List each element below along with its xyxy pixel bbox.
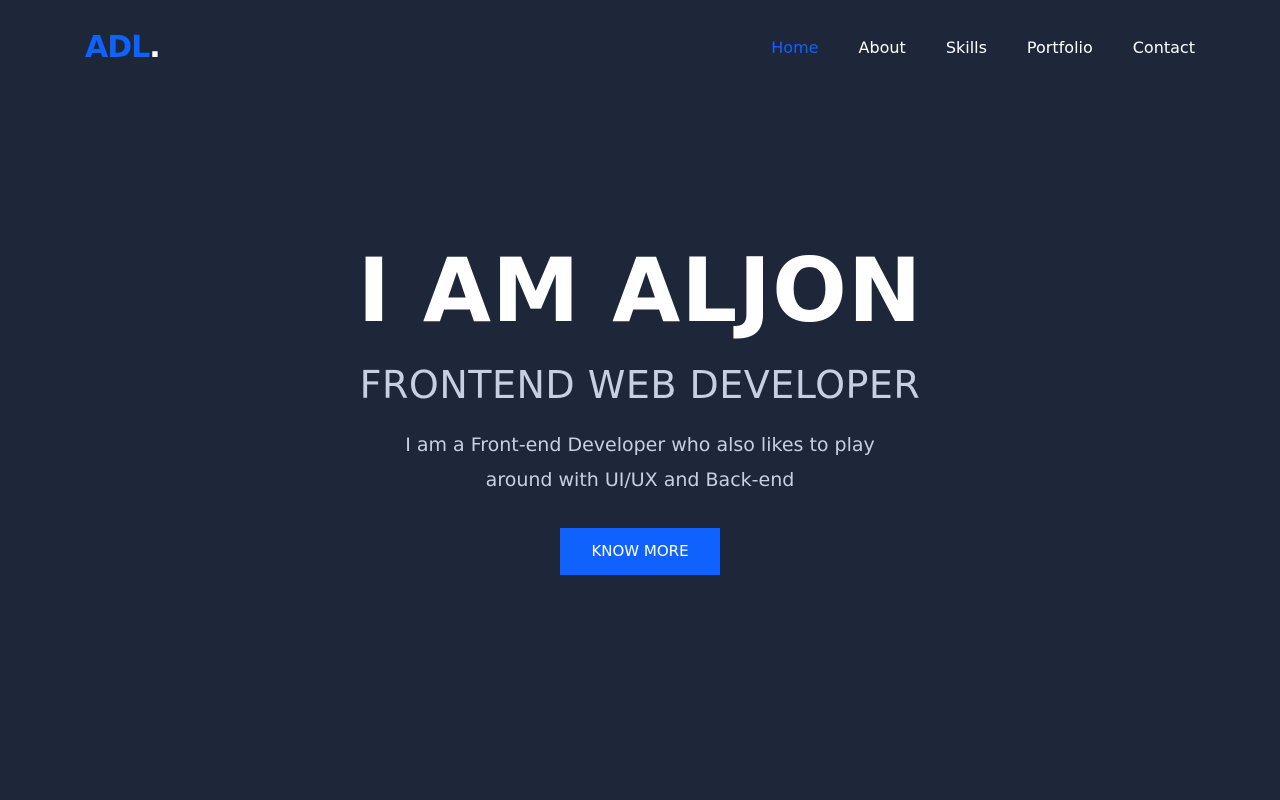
- site-header: ADL. Home About Skills Portfolio Contact: [0, 0, 1280, 96]
- hero-title: I AM ALJON: [357, 239, 923, 342]
- hero-section: I AM ALJON FRONTEND WEB DEVELOPER I am a…: [0, 236, 1280, 575]
- hero-subtitle: FRONTEND WEB DEVELOPER: [359, 363, 921, 407]
- hero-description: I am a Front-end Developer who also like…: [405, 434, 875, 491]
- main-nav: Home About Skills Portfolio Contact: [771, 37, 1195, 59]
- page: ADL. Home About Skills Portfolio Contact…: [0, 0, 1280, 800]
- nav-item-home[interactable]: Home: [771, 37, 818, 59]
- nav-item-portfolio[interactable]: Portfolio: [1027, 37, 1093, 59]
- nav-item-skills[interactable]: Skills: [946, 37, 987, 59]
- logo-text: ADL: [85, 30, 150, 65]
- nav-item-about[interactable]: About: [859, 37, 906, 59]
- nav-item-contact[interactable]: Contact: [1133, 37, 1195, 59]
- know-more-button[interactable]: KNOW MORE: [560, 528, 720, 575]
- logo-dot: .: [149, 30, 160, 65]
- logo[interactable]: ADL.: [85, 30, 161, 66]
